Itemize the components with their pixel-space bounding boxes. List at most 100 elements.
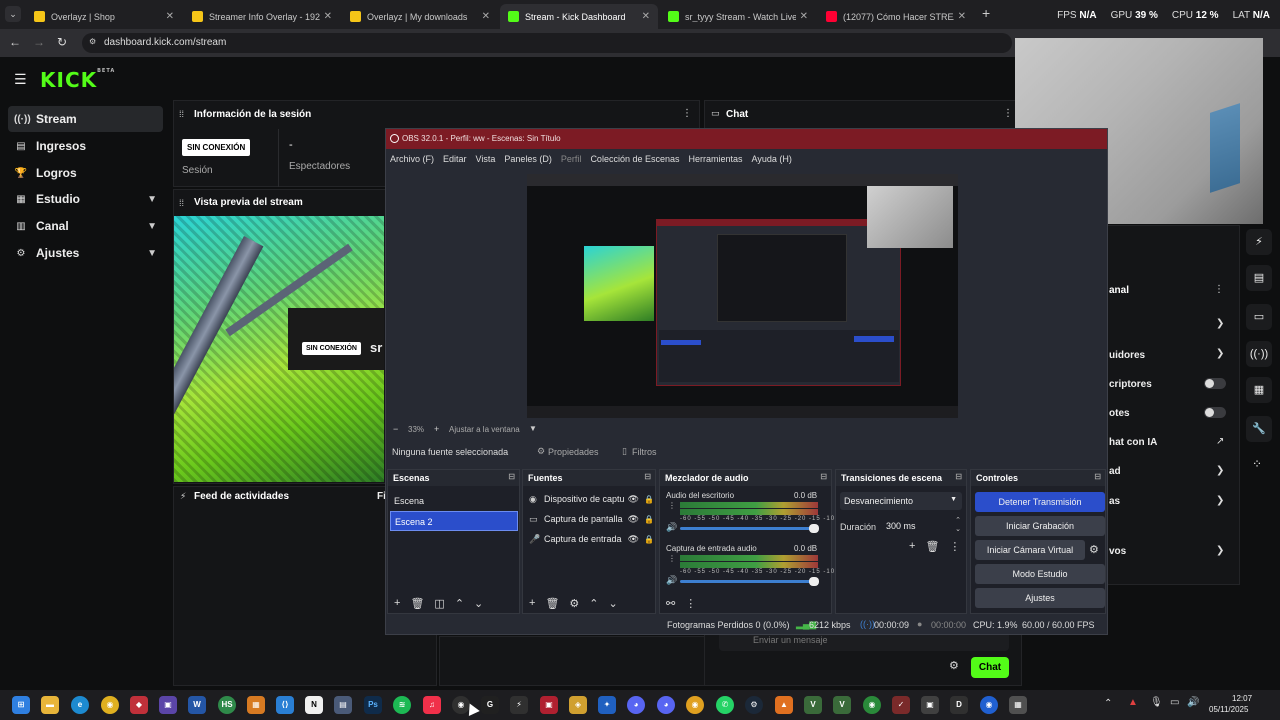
music-icon[interactable]: ♫: [423, 696, 441, 714]
app-triangle-icon[interactable]: ▲: [775, 696, 793, 714]
calculator-icon[interactable]: ▦: [1009, 696, 1027, 714]
app-green-icon[interactable]: ◉: [863, 696, 881, 714]
zoom-out-icon[interactable]: −: [393, 424, 398, 434]
url-field[interactable]: ⚙ dashboard.kick.com/stream: [82, 33, 1012, 53]
app-purple-icon[interactable]: ▣: [159, 696, 177, 714]
volume-slider[interactable]: [680, 577, 819, 586]
eye-icon[interactable]: 👁: [628, 514, 639, 525]
dock-menu-icon[interactable]: ⊟: [644, 472, 651, 481]
file-explorer-icon[interactable]: ▬: [41, 696, 59, 714]
chevron-down-icon[interactable]: ⌄: [609, 597, 618, 610]
chevron-right-icon[interactable]: ❯: [1216, 348, 1224, 359]
link-icon[interactable]: ⚯: [666, 597, 675, 610]
wrench-icon[interactable]: 🔧: [1246, 416, 1272, 442]
sidebar-item-logros[interactable]: 🏆 Logros: [8, 160, 163, 186]
gear-icon[interactable]: ⚙: [1089, 543, 1099, 556]
close-icon[interactable]: ✕: [958, 11, 966, 22]
lock-icon[interactable]: 🔒: [644, 535, 654, 544]
close-icon[interactable]: ✕: [166, 11, 174, 22]
chevron-right-icon[interactable]: ❯: [1216, 318, 1224, 329]
chrome-icon[interactable]: ◉: [101, 696, 119, 714]
app-star-icon[interactable]: ✦: [598, 696, 616, 714]
source-item[interactable]: 🎤 Captura de entrada de audio 👁 🔒: [529, 530, 654, 548]
caret-down-icon[interactable]: ▼: [529, 424, 537, 433]
chevron-right-icon[interactable]: ❯: [1216, 545, 1224, 556]
menu-coleccion-escenas[interactable]: Colección de Escenas: [590, 154, 679, 164]
forward-icon[interactable]: →: [33, 35, 45, 49]
channel-menu-icon[interactable]: ⋮: [668, 554, 676, 563]
menu-paneles[interactable]: Paneles (D): [504, 154, 552, 164]
app-yellow-icon[interactable]: ◉: [686, 696, 704, 714]
menu-herramientas[interactable]: Herramientas: [689, 154, 743, 164]
app-dark-icon[interactable]: ⚡: [510, 696, 528, 714]
volume-icon[interactable]: 🔊: [1187, 697, 1199, 708]
more-icon[interactable]: ⋮: [949, 540, 960, 553]
close-icon[interactable]: ✕: [800, 11, 808, 22]
document-icon[interactable]: ▤: [1246, 265, 1272, 291]
dock-menu-icon[interactable]: ⊟: [955, 472, 962, 481]
zoom-in-icon[interactable]: +: [434, 424, 439, 434]
stop-streaming-button[interactable]: Detener Transmisión: [975, 492, 1105, 512]
scene-item-selected[interactable]: Escena 2: [390, 511, 518, 531]
browser-tab[interactable]: Overlayz | Shop ✕: [26, 4, 182, 29]
studio-mode-button[interactable]: Modo Estudio: [975, 564, 1105, 584]
app-box-icon[interactable]: ▣: [921, 696, 939, 714]
spotify-icon[interactable]: ≋: [393, 696, 411, 714]
trash-icon[interactable]: 🗑: [545, 597, 559, 610]
volume-slider[interactable]: [680, 524, 819, 533]
add-icon[interactable]: +: [394, 597, 400, 610]
filters-button[interactable]: Filtros: [632, 447, 657, 457]
gear-icon[interactable]: ⚙: [949, 659, 959, 672]
steam-icon[interactable]: ⚙: [745, 696, 763, 714]
transition-select[interactable]: Desvanecimiento ▼: [840, 492, 962, 510]
browser-tab[interactable]: Streamer Info Overlay - 1920x ✕: [184, 4, 340, 29]
broadcast-icon[interactable]: ((·)): [1246, 341, 1272, 367]
fit-to-window[interactable]: Ajustar a la ventana: [449, 425, 520, 434]
chevron-right-icon[interactable]: ❯: [1216, 495, 1224, 506]
site-info-icon[interactable]: ⚙: [89, 37, 96, 46]
app-red2-icon[interactable]: ▣: [540, 696, 558, 714]
app-v2-icon[interactable]: V: [833, 696, 851, 714]
browser-tab[interactable]: sr_tyyy Stream - Watch Live on ✕: [660, 4, 816, 29]
trash-icon[interactable]: 🗑: [410, 597, 424, 610]
app-v-icon[interactable]: V: [804, 696, 822, 714]
gear-icon[interactable]: ⚙: [569, 597, 579, 610]
close-icon[interactable]: ✕: [324, 11, 332, 22]
lock-icon[interactable]: 🔒: [644, 495, 654, 504]
tab-search-button[interactable]: ⌄: [5, 6, 21, 22]
notion-icon[interactable]: N: [305, 696, 323, 714]
speaker-icon[interactable]: 🔊: [666, 575, 677, 586]
obs-preview-canvas[interactable]: [527, 174, 958, 418]
speaker-icon[interactable]: 🔊: [666, 522, 677, 533]
app-gray-icon[interactable]: ▤: [334, 696, 352, 714]
edge-icon[interactable]: e: [71, 696, 89, 714]
add-icon[interactable]: +: [529, 597, 535, 610]
windows-start-icon[interactable]: ⊞: [12, 696, 30, 714]
tray-clock-time[interactable]: 12:07: [1232, 694, 1252, 703]
filter-icon[interactable]: ◫: [434, 597, 444, 610]
apps-icon[interactable]: ⁘: [1252, 457, 1262, 471]
discord-alt-icon[interactable]: ◕: [657, 696, 675, 714]
eye-icon[interactable]: 👁: [628, 534, 639, 545]
chevron-up-icon[interactable]: ⌃: [1104, 698, 1112, 709]
duration-spinbox[interactable]: 300 ms ⌃ ⌄: [884, 517, 964, 535]
app-g-icon[interactable]: G: [481, 696, 499, 714]
layout-icon[interactable]: ▦: [1246, 377, 1272, 403]
chevron-right-icon[interactable]: ❯: [1216, 465, 1224, 476]
tray-clock-date[interactable]: 05/11/2025: [1209, 705, 1248, 714]
hamburger-icon[interactable]: ☰: [14, 71, 27, 88]
start-virtual-camera-button[interactable]: Iniciar Cámara Virtual: [975, 540, 1085, 560]
app-hs-icon[interactable]: HS: [218, 696, 236, 714]
drag-handle-icon[interactable]: ⁞⁞: [179, 198, 184, 208]
properties-button[interactable]: Propiedades: [548, 447, 599, 457]
sidebar-item-ajustes[interactable]: ⚙ Ajustes ▼: [8, 240, 163, 266]
more-icon[interactable]: ⋮: [1003, 108, 1013, 119]
kick-logo[interactable]: KICKBETA: [40, 68, 115, 92]
source-item[interactable]: ▭ Captura de pantalla 👁 🔒: [529, 510, 654, 528]
photoshop-icon[interactable]: Ps: [364, 696, 382, 714]
more-icon[interactable]: ⋮: [682, 108, 692, 119]
more-icon[interactable]: ⋮: [1214, 284, 1224, 295]
dock-menu-icon[interactable]: ⊟: [508, 472, 515, 481]
add-icon[interactable]: +: [909, 540, 915, 553]
scene-item[interactable]: Escena: [392, 492, 517, 510]
